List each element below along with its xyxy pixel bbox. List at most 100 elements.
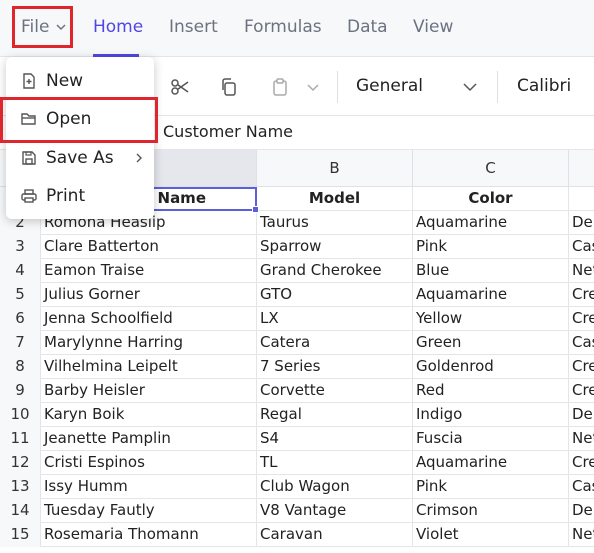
cell-d[interactable]: Net — [569, 259, 594, 283]
cell-d[interactable]: Cre — [569, 355, 594, 379]
cell-customer-name[interactable]: Clare Batterton — [41, 235, 257, 259]
cell-color[interactable]: Pink — [413, 475, 569, 499]
cell-color[interactable]: Aquamarine — [413, 211, 569, 235]
paste-icon[interactable] — [270, 77, 290, 97]
cell-customer-name[interactable]: Julius Gorner — [41, 283, 257, 307]
cell-customer-name[interactable]: Barby Heisler — [41, 379, 257, 403]
tab-formulas[interactable]: Formulas — [244, 17, 322, 37]
cell-model[interactable]: V8 Vantage — [257, 499, 413, 523]
cell-d[interactable]: Cas — [569, 331, 594, 355]
cell-model[interactable]: Regal — [257, 403, 413, 427]
cell-d[interactable]: Cre — [569, 283, 594, 307]
paste-options-chevron-icon[interactable] — [303, 77, 323, 97]
menu-item-new[interactable]: New — [6, 63, 154, 99]
file-menu-label: File — [21, 17, 50, 37]
menu-item-label: Save As — [46, 148, 114, 168]
fill-handle[interactable] — [252, 206, 259, 213]
cell-color[interactable]: Crimson — [413, 499, 569, 523]
cell-customer-name[interactable]: Karyn Boik — [41, 403, 257, 427]
cell-color[interactable]: Fuscia — [413, 427, 569, 451]
table-row: 9Barby HeislerCorvetteRedCre — [0, 379, 594, 403]
tab-view[interactable]: View — [413, 17, 453, 37]
cell-customer-name[interactable]: Tuesday Fautly — [41, 499, 257, 523]
cell-model[interactable]: Corvette — [257, 379, 413, 403]
cell-color[interactable]: Blue — [413, 259, 569, 283]
cell-customer-name[interactable]: Rosemaria Thomann — [41, 523, 257, 547]
cell-customer-name[interactable]: Issy Humm — [41, 475, 257, 499]
cell-model[interactable]: Catera — [257, 331, 413, 355]
cell-model[interactable]: TL — [257, 451, 413, 475]
cell-customer-name[interactable]: Jeanette Pamplin — [41, 427, 257, 451]
toolbar-divider — [337, 71, 338, 103]
tab-data[interactable]: Data — [347, 17, 388, 37]
row-number[interactable]: 9 — [0, 379, 41, 403]
cell-d[interactable]: Net — [569, 523, 594, 547]
cell-d[interactable]: Cre — [569, 307, 594, 331]
row-number[interactable]: 12 — [0, 451, 41, 475]
tab-insert[interactable]: Insert — [169, 17, 218, 37]
header-cell-model[interactable]: Model — [257, 187, 413, 211]
row-number[interactable]: 7 — [0, 331, 41, 355]
font-name-select[interactable]: Calibri — [517, 76, 571, 96]
column-header-c[interactable]: C — [413, 150, 569, 187]
cell-color[interactable]: Aquamarine — [413, 283, 569, 307]
cell-color[interactable]: Goldenrod — [413, 355, 569, 379]
menu-item-print[interactable]: Print — [6, 178, 154, 214]
header-cell-color[interactable]: Color — [413, 187, 569, 211]
cell-d[interactable]: Cre — [569, 451, 594, 475]
column-header-b[interactable]: B — [257, 150, 413, 187]
row-number[interactable]: 15 — [0, 523, 41, 547]
cell-color[interactable]: Pink — [413, 235, 569, 259]
cell-model[interactable]: S4 — [257, 427, 413, 451]
cell-d[interactable]: Del — [569, 403, 594, 427]
cell-model[interactable]: Club Wagon — [257, 475, 413, 499]
cell-customer-name[interactable]: Eamon Traise — [41, 259, 257, 283]
row-number[interactable]: 10 — [0, 403, 41, 427]
file-menu-button[interactable]: File — [12, 6, 73, 48]
cell-model[interactable]: Grand Cherokee — [257, 259, 413, 283]
number-format-select[interactable]: General — [356, 76, 423, 96]
cell-d[interactable]: Cre — [569, 379, 594, 403]
cell-d[interactable]: Cas — [569, 235, 594, 259]
cell-model[interactable]: LX — [257, 307, 413, 331]
tab-home[interactable]: Home — [93, 17, 143, 37]
cell-customer-name[interactable]: Marylynne Harring — [41, 331, 257, 355]
cell-d[interactable]: Cas — [569, 475, 594, 499]
table-row: 3Clare BattertonSparrowPinkCas — [0, 235, 594, 259]
cell-model[interactable]: Taurus — [257, 211, 413, 235]
cell-color[interactable]: Green — [413, 331, 569, 355]
menu-item-label: New — [46, 71, 84, 91]
header-cell-d[interactable] — [569, 187, 594, 211]
cell-color[interactable]: Aquamarine — [413, 451, 569, 475]
cell-color[interactable]: Indigo — [413, 403, 569, 427]
chevron-down-icon[interactable] — [460, 77, 480, 97]
cell-d[interactable]: Del — [569, 499, 594, 523]
table-row: 5Julius GornerGTOAquamarineCre — [0, 283, 594, 307]
row-number[interactable]: 14 — [0, 499, 41, 523]
row-number[interactable]: 13 — [0, 475, 41, 499]
menu-item-open[interactable]: Open — [6, 101, 154, 137]
cut-icon[interactable] — [170, 77, 190, 97]
cell-customer-name[interactable]: Cristi Espinos — [41, 451, 257, 475]
row-number[interactable]: 4 — [0, 259, 41, 283]
cell-model[interactable]: Sparrow — [257, 235, 413, 259]
row-number[interactable]: 8 — [0, 355, 41, 379]
row-number[interactable]: 6 — [0, 307, 41, 331]
cell-d[interactable]: Net — [569, 427, 594, 451]
cell-color[interactable]: Violet — [413, 523, 569, 547]
formula-bar-value[interactable]: Customer Name — [163, 122, 293, 141]
cell-color[interactable]: Yellow — [413, 307, 569, 331]
cell-model[interactable]: 7 Series — [257, 355, 413, 379]
copy-icon[interactable] — [219, 77, 239, 97]
row-number[interactable]: 3 — [0, 235, 41, 259]
cell-model[interactable]: Caravan — [257, 523, 413, 547]
cell-customer-name[interactable]: Jenna Schoolfield — [41, 307, 257, 331]
cell-model[interactable]: GTO — [257, 283, 413, 307]
row-number[interactable]: 11 — [0, 427, 41, 451]
cell-customer-name[interactable]: Vilhelmina Leipelt — [41, 355, 257, 379]
column-header-d[interactable] — [569, 150, 594, 187]
menu-item-save-as[interactable]: Save As — [6, 140, 154, 176]
cell-d[interactable]: Del — [569, 211, 594, 235]
cell-color[interactable]: Red — [413, 379, 569, 403]
row-number[interactable]: 5 — [0, 283, 41, 307]
